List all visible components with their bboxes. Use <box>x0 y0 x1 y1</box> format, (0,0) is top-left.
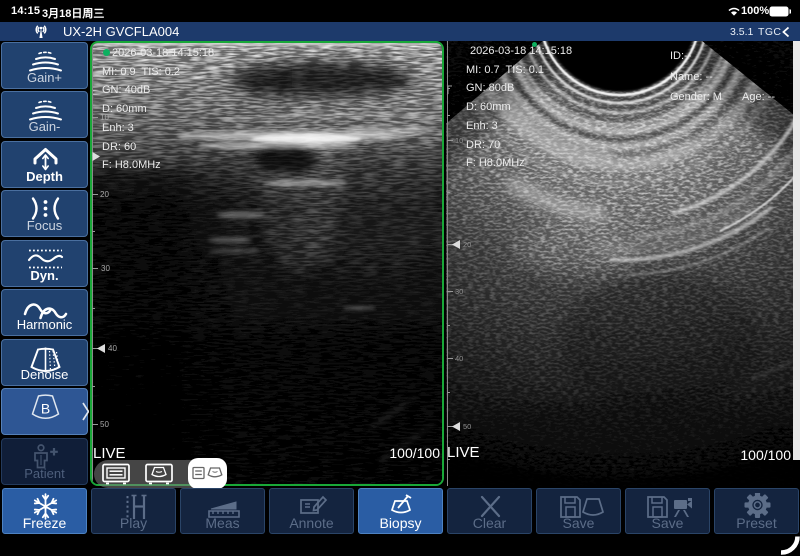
svg-text:B: B <box>41 401 50 417</box>
svg-text:10: 10 <box>455 136 463 145</box>
svg-text:20: 20 <box>463 240 471 249</box>
svg-text:40: 40 <box>455 354 463 363</box>
svg-text:50: 50 <box>100 420 109 429</box>
svg-text:30: 30 <box>101 264 110 273</box>
svg-text:20: 20 <box>100 190 109 199</box>
svg-text:30: 30 <box>455 287 463 296</box>
svg-text:50: 50 <box>463 422 471 431</box>
svg-text:40: 40 <box>108 344 117 353</box>
